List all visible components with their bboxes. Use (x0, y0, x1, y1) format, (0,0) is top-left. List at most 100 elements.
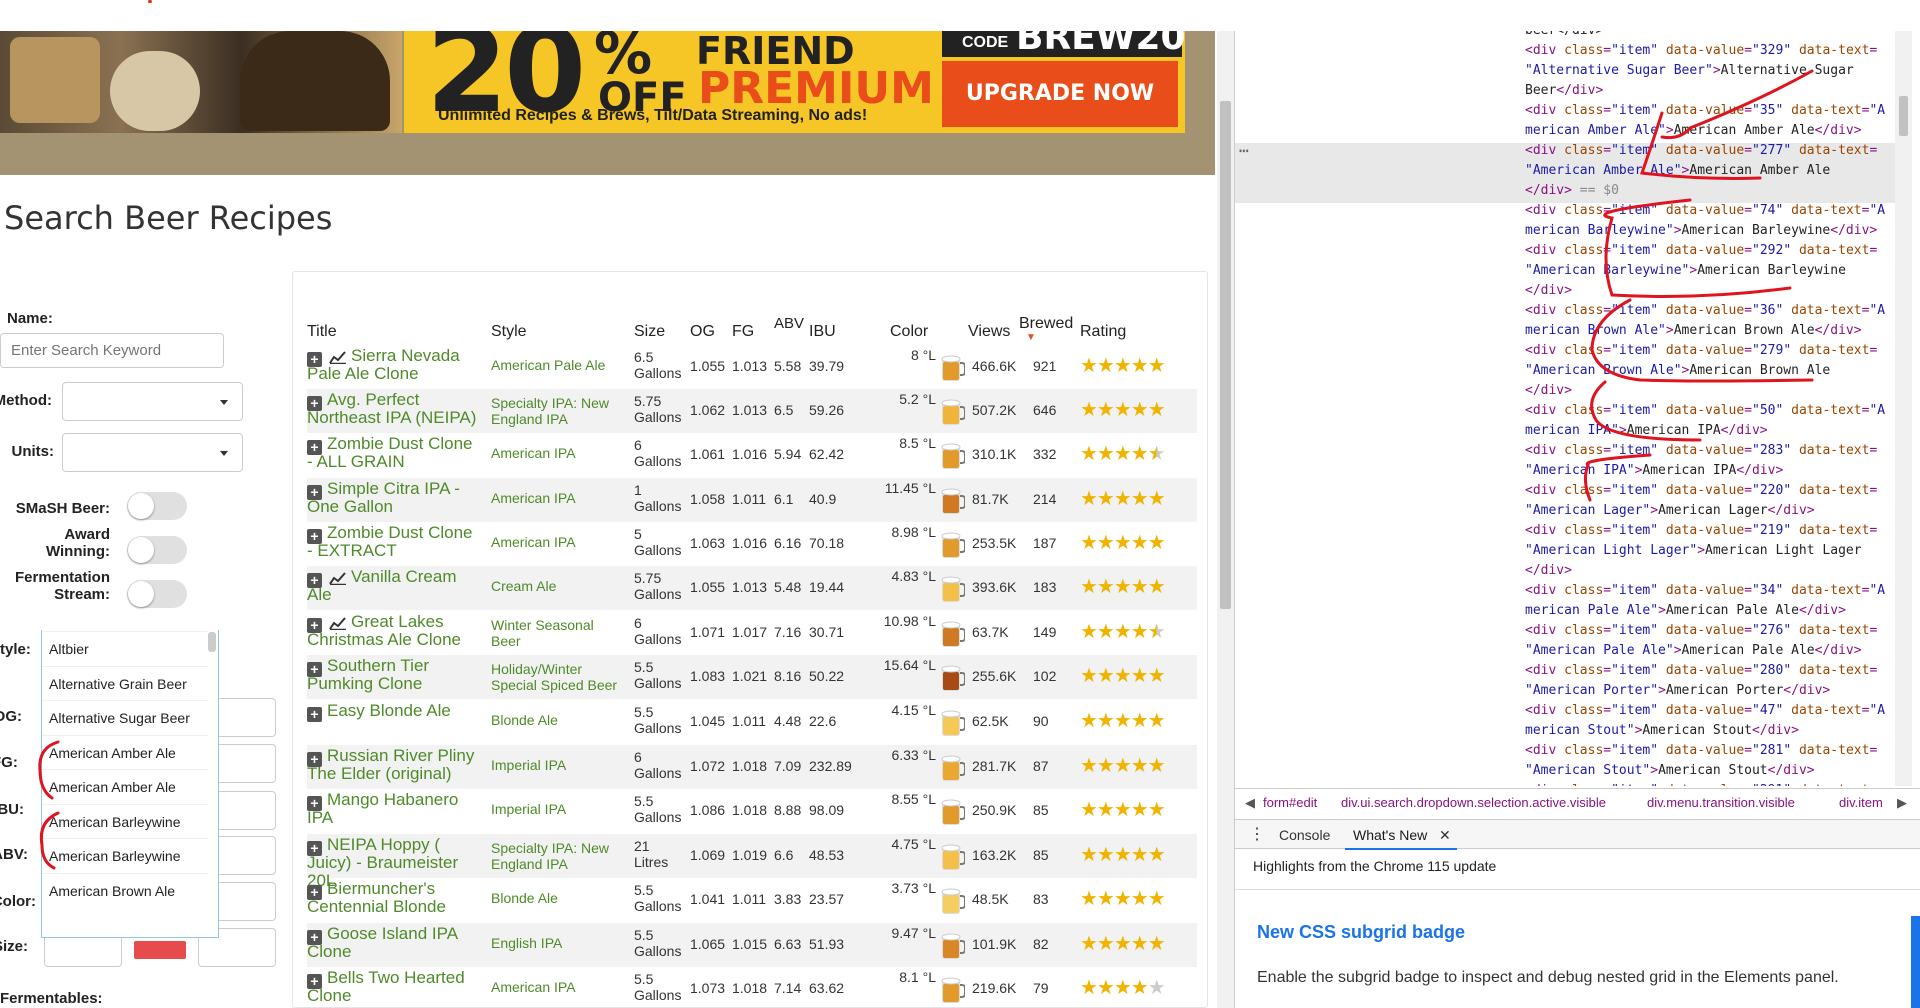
recipe-title-link[interactable]: Sierra Nevada (351, 347, 460, 365)
code-line[interactable]: merican Barleywine">American Barleywine<… (1525, 221, 1877, 241)
style-option[interactable]: Altbier (42, 631, 208, 665)
code-line[interactable]: "American Brown Ale">American Brown Ale (1525, 361, 1830, 381)
code-line[interactable]: <div class="item" data-value="74" data-t… (1525, 201, 1885, 221)
code-line[interactable]: <div class="item" data-value="279" data-… (1525, 341, 1877, 361)
code-line[interactable]: </div> (1525, 281, 1572, 301)
style-link[interactable]: Specialty IPA: New England IPA (491, 395, 625, 427)
code-line[interactable]: Beer</div> (1525, 81, 1603, 101)
style-dropdown-menu[interactable]: Altbier Alternative Grain Beer Alternative… (41, 630, 219, 938)
style-link[interactable]: English IPA (491, 935, 625, 951)
recipe-title-link-2[interactable]: The Elder (original) (307, 765, 452, 783)
code-line[interactable]: <div class="item" data-value="291" data-… (1525, 781, 1877, 786)
recipe-title-link-2[interactable]: Pumking Clone (307, 675, 422, 693)
code-line[interactable]: merican IPA">American IPA</div> (1525, 421, 1768, 441)
tab-whats-new[interactable]: What's New (1353, 827, 1427, 843)
table-row[interactable]: + Goose Island IPA Clone English IPA 5.5 Gall… (307, 923, 1197, 967)
code-line[interactable]: "American Lager">American Lager</div> (1525, 501, 1815, 521)
table-row[interactable]: + Vanilla Cream Ale Cream Ale 5.75 Gallons 1.0… (307, 566, 1197, 610)
elements-tree[interactable]: ⋯ beer</div><div class="item" data-value… (1235, 31, 1920, 786)
chart-icon[interactable] (329, 617, 347, 630)
fermentation-toggle[interactable] (127, 580, 187, 608)
col-ibu[interactable]: IBU (809, 323, 836, 341)
method-select[interactable] (62, 382, 243, 421)
code-line[interactable]: <div class="item" data-value="280" data-… (1525, 661, 1877, 681)
recipe-title-link-2[interactable]: One Gallon (307, 498, 393, 516)
recipe-title-link-2[interactable]: Christmas Ale Clone (307, 631, 461, 649)
code-line[interactable]: "American Amber Ale">American Amber Ale (1525, 161, 1830, 181)
code-line[interactable]: <div class="item" data-value="281" data-… (1525, 741, 1877, 761)
table-row[interactable]: + Mango Habanero IPA Imperial IPA 5.5 Gallons… (307, 789, 1197, 833)
units-select[interactable] (62, 433, 243, 472)
table-row[interactable]: + Zombie Dust Clone - EXTRACT American IPA 5… (307, 522, 1197, 566)
col-title[interactable]: Title (307, 323, 337, 341)
table-row[interactable]: + Great Lakes Christmas Ale Clone Winter Se… (307, 611, 1197, 655)
recipe-title-link[interactable]: Avg. Perfect (327, 391, 419, 409)
code-line[interactable]: merican Stout">American Stout</div> (1525, 721, 1799, 741)
style-link[interactable]: American Pale Ale (491, 357, 625, 373)
dropdown-scrollbar[interactable] (208, 632, 216, 652)
crumb-item[interactable]: div.item (1839, 795, 1883, 810)
table-row[interactable]: + Easy Blonde Ale Blonde Ale 5.5 Gallons 1.04… (307, 700, 1197, 744)
col-color[interactable]: Color (890, 323, 928, 341)
style-link[interactable]: American IPA (491, 490, 625, 506)
code-line[interactable]: </div> == $0 (1525, 181, 1619, 201)
chart-icon[interactable] (329, 572, 347, 585)
code-line[interactable]: "Alternative Sugar Beer">Alternative Sug… (1525, 61, 1854, 81)
code-line[interactable]: <div class="item" data-value="34" data-t… (1525, 581, 1885, 601)
recipe-title-link-2[interactable]: - ALL GRAIN (307, 453, 405, 471)
table-row[interactable]: + Simple Citra IPA - One Gallon American IP… (307, 478, 1197, 522)
code-line[interactable]: <div class="item" data-value="36" data-t… (1525, 301, 1885, 321)
style-link[interactable]: American IPA (491, 534, 625, 550)
code-line[interactable]: <div class="item" data-value="35" data-t… (1525, 101, 1885, 121)
recipe-title-link[interactable]: Bells Two Hearted (327, 969, 465, 987)
style-link[interactable]: American IPA (491, 445, 625, 461)
recipe-title-link[interactable]: Easy Blonde Ale (327, 702, 451, 720)
style-link[interactable]: Blonde Ale (491, 712, 625, 728)
table-row[interactable]: + Biermuncher's Centennial Blonde Blonde Al… (307, 878, 1197, 922)
more-icon[interactable]: ⋯ (1239, 141, 1249, 160)
recipe-title-link[interactable]: Zombie Dust Clone (327, 435, 473, 453)
recipe-title-link[interactable]: Vanilla Cream (351, 568, 457, 586)
style-link[interactable]: Imperial IPA (491, 801, 625, 817)
recipe-title-link[interactable]: Southern Tier (327, 657, 429, 675)
code-line[interactable]: </div> (1525, 561, 1572, 581)
style-option[interactable]: American Barleywine (42, 838, 208, 872)
col-rating[interactable]: Rating (1080, 323, 1126, 341)
recipe-title-link[interactable]: Goose Island IPA (327, 925, 458, 943)
code-line[interactable]: "American IPA">American IPA</div> (1525, 461, 1783, 481)
chevron-right-icon[interactable]: ▶ (1897, 795, 1907, 811)
table-row[interactable]: + Sierra Nevada Pale Ale Clone American Pal… (307, 345, 1197, 389)
recipe-title-link[interactable]: Simple Citra IPA - (327, 480, 460, 498)
style-link[interactable]: Winter Seasonal Beer (491, 617, 625, 649)
col-views[interactable]: Views (968, 323, 1010, 341)
recipe-title-link[interactable]: NEIPA Hoppy ( (327, 836, 440, 854)
code-line[interactable]: "American Pale Ale">American Pale Ale</d… (1525, 641, 1862, 661)
col-abv[interactable]: ABV (774, 315, 804, 332)
style-option[interactable]: American Amber Ale (42, 734, 208, 769)
recipe-title-link[interactable]: Great Lakes (351, 613, 444, 631)
code-line[interactable]: beer</div> (1525, 31, 1603, 41)
style-link[interactable]: Imperial IPA (491, 757, 625, 773)
recipe-title-link-2[interactable]: Centennial Blonde (307, 898, 446, 916)
col-size[interactable]: Size (634, 323, 665, 341)
chart-icon[interactable] (329, 351, 347, 364)
code-line[interactable]: <div class="item" data-value="219" data-… (1525, 521, 1877, 541)
elements-scrollbar[interactable] (1895, 31, 1912, 786)
recipe-title-link-2[interactable]: IPA (307, 809, 333, 827)
code-line[interactable]: </div> (1525, 381, 1572, 401)
code-line[interactable]: <div class="item" data-value="283" data-… (1525, 441, 1877, 461)
recipe-title-link-2[interactable]: Ale (307, 586, 332, 604)
code-line[interactable]: "American Light Lager">American Light La… (1525, 541, 1862, 561)
code-line[interactable]: <div class="item" data-value="329" data-… (1525, 41, 1877, 61)
style-link[interactable]: Specialty IPA: New England IPA (491, 840, 625, 872)
elements-scrollbar-thumb[interactable] (1899, 96, 1908, 136)
table-row[interactable]: + Zombie Dust Clone - ALL GRAIN American IP… (307, 433, 1197, 477)
smash-toggle[interactable] (127, 492, 187, 520)
code-line[interactable]: "American Porter">American Porter</div> (1525, 681, 1830, 701)
size-range-slider[interactable] (134, 941, 186, 959)
crumb-menu[interactable]: div.menu.transition.visible (1647, 795, 1795, 810)
recipe-title-link[interactable]: Mango Habanero (327, 791, 458, 809)
recipe-title-link[interactable]: Zombie Dust Clone (327, 524, 473, 542)
close-icon[interactable]: ✕ (1439, 827, 1451, 844)
style-option[interactable]: American Amber Ale (42, 769, 208, 803)
